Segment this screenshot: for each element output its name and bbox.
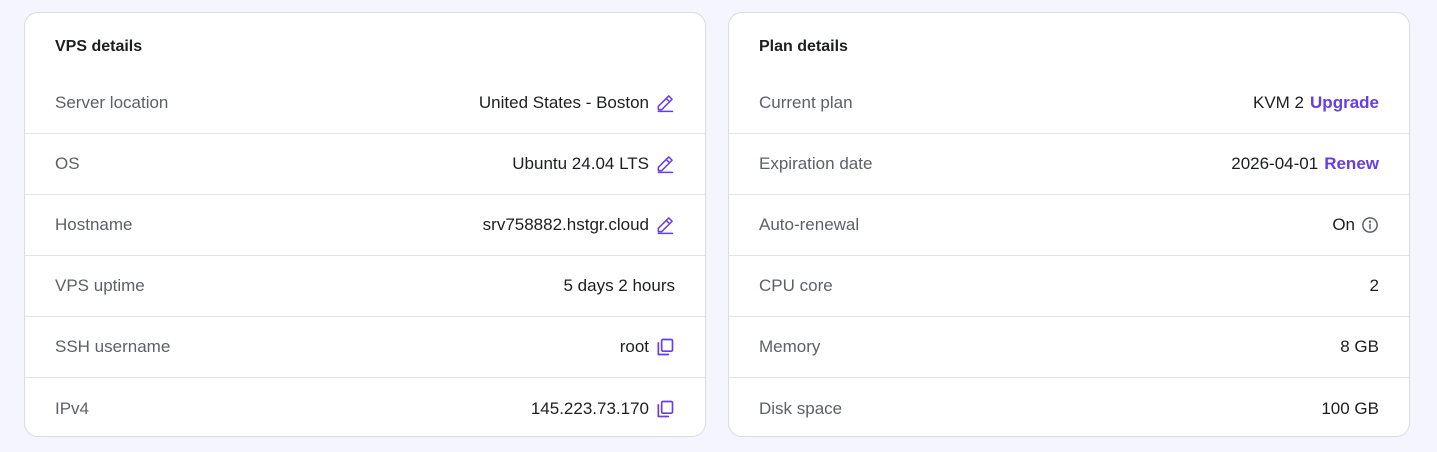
plan-details-card: Plan details Current plan KVM 2 Upgrade … — [728, 12, 1410, 437]
vps-uptime-label: VPS uptime — [55, 276, 145, 295]
vps-details-title: VPS details — [55, 38, 143, 55]
expiration-date-label: Expiration date — [759, 154, 873, 173]
upgrade-link[interactable]: Upgrade — [1310, 93, 1379, 113]
row-vps-uptime: VPS uptime 5 days 2 hours — [25, 256, 705, 317]
server-location-label: Server location — [55, 93, 169, 112]
cpu-core-label: CPU core — [759, 276, 833, 295]
hostname-value: srv758882.hstgr.cloud — [482, 215, 649, 234]
auto-renewal-value: On — [1332, 215, 1355, 234]
os-value: Ubuntu 24.04 LTS — [512, 154, 649, 173]
copy-ipv4-button[interactable] — [655, 399, 675, 419]
edit-server-location-button[interactable] — [655, 93, 675, 113]
edit-hostname-button[interactable] — [655, 215, 675, 235]
info-icon — [1362, 217, 1378, 233]
server-location-value-group: United States - Boston — [479, 93, 675, 113]
hostname-value-group: srv758882.hstgr.cloud — [483, 215, 675, 235]
auto-renewal-info-button[interactable] — [1361, 216, 1379, 234]
row-expiration-date: Expiration date 2026-04-01 Renew — [729, 134, 1409, 195]
row-ssh-username: SSH username root — [25, 317, 705, 378]
current-plan-value: KVM 2 — [1253, 93, 1305, 112]
server-location-value: United States - Boston — [478, 93, 649, 112]
vps-uptime-value-group: 5 days 2 hours — [563, 276, 675, 296]
copy-icon — [657, 400, 674, 417]
edit-os-button[interactable] — [655, 154, 675, 174]
os-value-group: Ubuntu 24.04 LTS — [512, 154, 675, 174]
ipv4-value: 145.223.73.170 — [530, 398, 649, 418]
row-cpu-core: CPU core 2 — [729, 256, 1409, 317]
os-label: OS — [55, 154, 80, 173]
row-disk-space: Disk space 100 GB — [729, 378, 1409, 436]
disk-space-value-group: 100 GB — [1321, 399, 1379, 419]
row-hostname: Hostname srv758882.hstgr.cloud — [25, 195, 705, 256]
row-ipv4: IPv4 145.223.73.170 — [25, 378, 705, 436]
disk-space-label: Disk space — [759, 398, 843, 418]
ipv4-label: IPv4 — [55, 398, 90, 418]
memory-value-group: 8 GB — [1340, 337, 1379, 357]
disk-space-value: 100 GB — [1321, 398, 1379, 418]
expiration-date-value: 2026-04-01 — [1231, 154, 1319, 173]
cpu-core-value-group: 2 — [1370, 276, 1379, 296]
vps-uptime-value: 5 days 2 hours — [563, 276, 675, 295]
current-plan-value-group: KVM 2 Upgrade — [1253, 93, 1379, 113]
renew-link[interactable]: Renew — [1324, 154, 1379, 174]
vps-details-card: VPS details Server location United State… — [24, 12, 706, 437]
ssh-username-label: SSH username — [55, 337, 171, 356]
ssh-username-value-group: root — [620, 337, 675, 357]
cpu-core-value: 2 — [1369, 276, 1379, 295]
copy-icon — [657, 338, 674, 356]
row-server-location: Server location United States - Boston — [25, 73, 705, 134]
auto-renewal-label: Auto-renewal — [759, 215, 860, 234]
row-current-plan: Current plan KVM 2 Upgrade — [729, 73, 1409, 134]
current-plan-label: Current plan — [759, 93, 853, 112]
row-memory: Memory 8 GB — [729, 317, 1409, 378]
row-auto-renewal: Auto-renewal On — [729, 195, 1409, 256]
vps-details-list: Server location United States - Boston O… — [25, 73, 705, 436]
memory-value: 8 GB — [1340, 337, 1379, 356]
expiration-date-value-group: 2026-04-01 Renew — [1231, 154, 1379, 174]
edit-icon — [657, 217, 674, 235]
copy-ssh-username-button[interactable] — [655, 337, 675, 357]
edit-icon — [657, 95, 674, 113]
auto-renewal-value-group: On — [1332, 215, 1379, 235]
plan-details-title: Plan details — [759, 38, 848, 55]
ssh-username-value: root — [619, 337, 649, 356]
ipv4-value-group: 145.223.73.170 — [531, 399, 675, 419]
edit-icon — [657, 156, 674, 174]
row-os: OS Ubuntu 24.04 LTS — [25, 134, 705, 195]
memory-label: Memory — [759, 337, 821, 356]
hostname-label: Hostname — [55, 215, 133, 234]
plan-details-list: Current plan KVM 2 Upgrade Expiration da… — [729, 73, 1409, 436]
